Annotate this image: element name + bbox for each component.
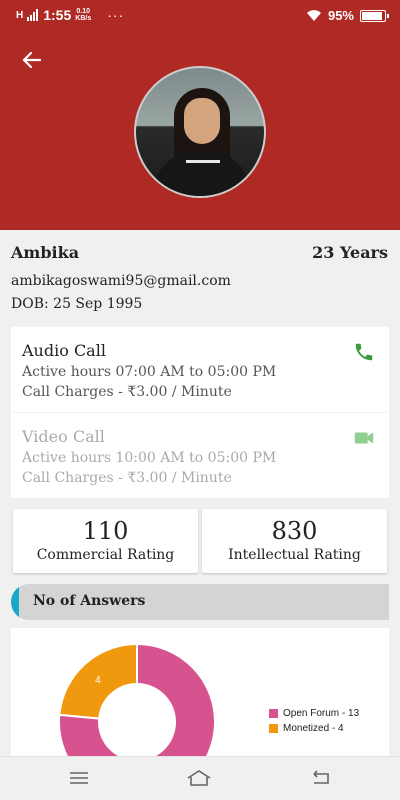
system-nav-bar <box>0 756 400 800</box>
phone-icon[interactable] <box>353 341 375 363</box>
menu-icon[interactable] <box>66 767 92 789</box>
profile-name: Ambika <box>11 243 80 262</box>
legend-item-open-forum: Open Forum - 13 <box>269 708 359 719</box>
battery-icon <box>360 9 389 22</box>
battery-percent: 95% <box>327 8 354 23</box>
network-speed: 0.10 KB/s <box>75 8 92 22</box>
audio-call-charges: Call Charges - ₹3.00 / Minute <box>22 384 232 400</box>
commercial-rating-card: 110 Commercial Rating <box>13 509 198 573</box>
audio-call-hours: Active hours 07:00 AM to 05:00 PM <box>22 364 277 380</box>
intellectual-rating-card: 830 Intellectual Rating <box>202 509 387 573</box>
video-camera-icon[interactable] <box>353 427 375 449</box>
answers-chart-card: 4 Open Forum - 13 Monetized - 4 <box>11 628 389 758</box>
section-accent <box>11 584 19 620</box>
back-nav-icon[interactable] <box>308 767 334 789</box>
battery-level <box>362 11 382 20</box>
more-notifications-icon: ··· <box>107 7 125 23</box>
answers-donut-chart: 4 <box>58 642 216 758</box>
status-bar: H 1:55 0.10 KB/s ··· 95% <box>0 0 400 30</box>
network-indicator: H <box>16 9 24 21</box>
video-call-charges: Call Charges - ₹3.00 / Minute <box>22 470 232 486</box>
commercial-rating-label: Commercial Rating <box>36 547 175 563</box>
legend-swatch-monetized <box>269 724 278 733</box>
commercial-rating-value: 110 <box>82 517 129 545</box>
profile-email: ambikagoswami95@gmail.com <box>11 273 231 289</box>
video-call-title: Video Call <box>22 427 105 446</box>
avatar <box>134 66 266 198</box>
profile-header <box>0 30 400 230</box>
legend-swatch-open-forum <box>269 709 278 718</box>
video-call-hours: Active hours 10:00 AM to 05:00 PM <box>22 450 277 466</box>
chart-legend: Open Forum - 13 Monetized - 4 <box>269 708 359 738</box>
audio-call-title: Audio Call <box>22 341 106 360</box>
answers-section-title: No of Answers <box>33 593 146 609</box>
legend-item-monetized: Monetized - 4 <box>269 723 359 734</box>
donut-data-label: 4 <box>95 675 101 686</box>
profile-age: 23 Years <box>312 243 388 262</box>
intellectual-rating-value: 830 <box>271 517 318 545</box>
audio-call-card[interactable]: Audio Call Active hours 07:00 AM to 05:0… <box>11 327 389 412</box>
signal-icon <box>27 9 39 21</box>
wifi-icon <box>306 9 321 21</box>
video-call-card[interactable]: Video Call Active hours 10:00 AM to 05:0… <box>11 413 389 498</box>
profile-dob: DOB: 25 Sep 1995 <box>11 296 143 312</box>
home-icon[interactable] <box>186 767 212 789</box>
clock: 1:55 <box>43 7 72 23</box>
back-arrow-icon[interactable] <box>20 48 44 72</box>
answers-section-header: No of Answers <box>11 584 389 620</box>
intellectual-rating-label: Intellectual Rating <box>228 547 361 563</box>
